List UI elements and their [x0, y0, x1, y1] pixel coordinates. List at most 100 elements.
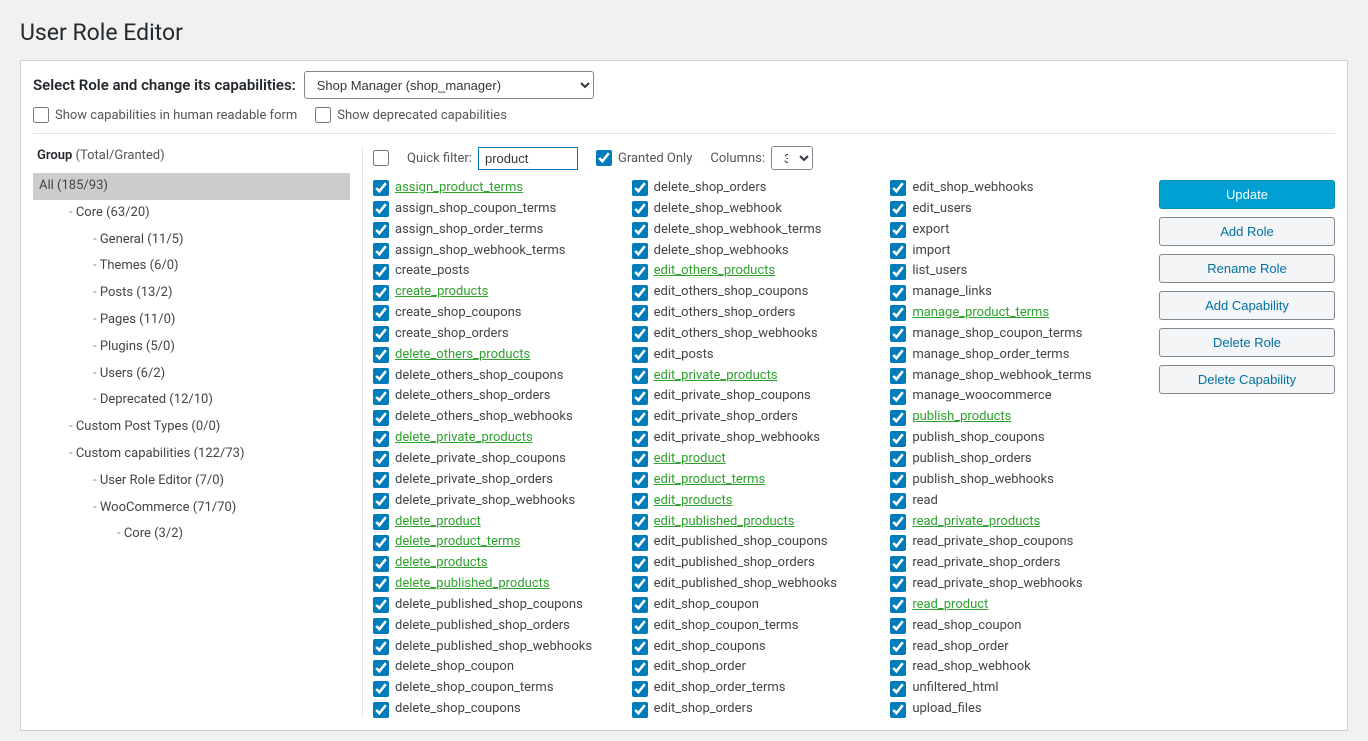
columns-select[interactable]: 3 [771, 146, 813, 170]
capability-checkbox[interactable] [632, 493, 648, 509]
capability-label[interactable]: delete_others_products [395, 346, 530, 365]
capability-checkbox[interactable] [632, 660, 648, 676]
capability-checkbox[interactable] [373, 326, 389, 342]
capability-label[interactable]: read_private_shop_orders [912, 554, 1060, 573]
capability-checkbox[interactable] [373, 347, 389, 363]
capability-label[interactable]: manage_woocommerce [912, 387, 1051, 406]
group-tree-item[interactable]: Core (63/20) [33, 200, 350, 227]
capability-checkbox[interactable] [890, 410, 906, 426]
group-tree-item[interactable]: Themes (6/0) [33, 253, 350, 280]
capability-label[interactable]: edit_posts [654, 346, 714, 365]
capability-label[interactable]: import [912, 242, 950, 261]
capability-label[interactable]: edit_published_shop_orders [654, 554, 815, 573]
capability-checkbox[interactable] [890, 514, 906, 530]
capability-label[interactable]: delete_private_shop_webhooks [395, 492, 575, 511]
capability-checkbox[interactable] [890, 180, 906, 196]
capability-label[interactable]: edit_private_shop_orders [654, 408, 798, 427]
group-tree-item[interactable]: All (185/93) [33, 173, 350, 200]
quick-filter-input[interactable] [478, 147, 578, 170]
capability-label[interactable]: delete_private_products [395, 429, 533, 448]
capability-checkbox[interactable] [890, 222, 906, 238]
capability-label[interactable]: edit_others_shop_webhooks [654, 325, 818, 344]
capability-label[interactable]: delete_others_shop_coupons [395, 367, 563, 386]
capability-label[interactable]: edit_shop_order [654, 658, 746, 677]
capability-checkbox[interactable] [890, 597, 906, 613]
capability-label[interactable]: unfiltered_html [912, 679, 998, 698]
group-tree-item[interactable]: Custom Post Types (0/0) [33, 414, 350, 441]
capability-checkbox[interactable] [632, 264, 648, 280]
capability-checkbox[interactable] [632, 597, 648, 613]
group-tree-item[interactable]: User Role Editor (7/0) [33, 468, 350, 495]
capability-checkbox[interactable] [632, 389, 648, 405]
capability-label[interactable]: create_products [395, 283, 488, 302]
group-tree-item[interactable]: Pages (11/0) [33, 307, 350, 334]
capability-checkbox[interactable] [373, 639, 389, 655]
capability-checkbox[interactable] [632, 451, 648, 467]
capability-checkbox[interactable] [890, 556, 906, 572]
capability-checkbox[interactable] [373, 535, 389, 551]
rename-role-button[interactable]: Rename Role [1159, 254, 1335, 283]
capability-checkbox[interactable] [373, 472, 389, 488]
capability-label[interactable]: edit_products [654, 492, 733, 511]
capability-label[interactable]: manage_product_terms [912, 304, 1049, 323]
group-tree-item[interactable]: General (11/5) [33, 227, 350, 254]
capability-label[interactable]: edit_product [654, 450, 726, 469]
capability-checkbox[interactable] [632, 243, 648, 259]
capability-label[interactable]: edit_others_shop_orders [654, 304, 796, 323]
capability-label[interactable]: manage_shop_coupon_terms [912, 325, 1082, 344]
capability-checkbox[interactable] [890, 576, 906, 592]
capability-checkbox[interactable] [890, 305, 906, 321]
capability-label[interactable]: delete_product_terms [395, 533, 520, 552]
capability-checkbox[interactable] [890, 618, 906, 634]
capability-label[interactable]: delete_product [395, 513, 481, 532]
capability-label[interactable]: edit_product_terms [654, 471, 766, 490]
update-button[interactable]: Update [1159, 180, 1335, 209]
capability-label[interactable]: delete_products [395, 554, 488, 573]
group-tree-item[interactable]: WooCommerce (71/70) [33, 495, 350, 522]
group-tree-item[interactable]: Core (3/2) [33, 521, 350, 548]
capability-checkbox[interactable] [632, 180, 648, 196]
capability-label[interactable]: create_shop_coupons [395, 304, 522, 323]
capability-checkbox[interactable] [373, 597, 389, 613]
granted-only-checkbox[interactable] [596, 150, 612, 166]
capability-label[interactable]: upload_files [912, 700, 981, 718]
capability-checkbox[interactable] [632, 201, 648, 217]
capability-checkbox[interactable] [632, 535, 648, 551]
capability-label[interactable]: edit_published_shop_webhooks [654, 575, 837, 594]
capability-label[interactable]: read_private_products [912, 513, 1040, 532]
group-tree-item[interactable]: Users (6/2) [33, 361, 350, 388]
capability-label[interactable]: delete_others_shop_webhooks [395, 408, 573, 427]
capability-checkbox[interactable] [890, 243, 906, 259]
capabilities-scroll[interactable]: assign_product_termsassign_shop_coupon_t… [373, 178, 1135, 718]
capability-label[interactable]: read_shop_order [912, 638, 1008, 657]
capability-checkbox[interactable] [632, 285, 648, 301]
capability-label[interactable]: delete_published_products [395, 575, 550, 594]
capability-checkbox[interactable] [373, 556, 389, 572]
capability-checkbox[interactable] [373, 451, 389, 467]
capability-checkbox[interactable] [373, 702, 389, 718]
capability-label[interactable]: delete_shop_coupon [395, 658, 514, 677]
show-human-readable-checkbox[interactable] [33, 107, 49, 123]
capability-label[interactable]: list_users [912, 262, 967, 281]
capability-checkbox[interactable] [373, 222, 389, 238]
capability-checkbox[interactable] [890, 201, 906, 217]
capability-checkbox[interactable] [373, 285, 389, 301]
capability-checkbox[interactable] [632, 410, 648, 426]
capability-label[interactable]: create_posts [395, 262, 469, 281]
capability-label[interactable]: publish_shop_webhooks [912, 471, 1054, 490]
capability-checkbox[interactable] [632, 431, 648, 447]
capability-label[interactable]: edit_published_shop_coupons [654, 533, 828, 552]
capability-label[interactable]: manage_links [912, 283, 992, 302]
capability-checkbox[interactable] [373, 264, 389, 280]
capability-checkbox[interactable] [373, 576, 389, 592]
capability-label[interactable]: read_product [912, 596, 988, 615]
capability-label[interactable]: delete_shop_webhooks [654, 242, 789, 261]
capability-checkbox[interactable] [890, 347, 906, 363]
capability-checkbox[interactable] [890, 681, 906, 697]
capability-label[interactable]: edit_shop_order_terms [654, 679, 786, 698]
capability-checkbox[interactable] [373, 389, 389, 405]
delete-role-button[interactable]: Delete Role [1159, 328, 1335, 357]
add-role-button[interactable]: Add Role [1159, 217, 1335, 246]
capability-label[interactable]: delete_shop_coupons [395, 700, 521, 718]
capability-checkbox[interactable] [373, 368, 389, 384]
